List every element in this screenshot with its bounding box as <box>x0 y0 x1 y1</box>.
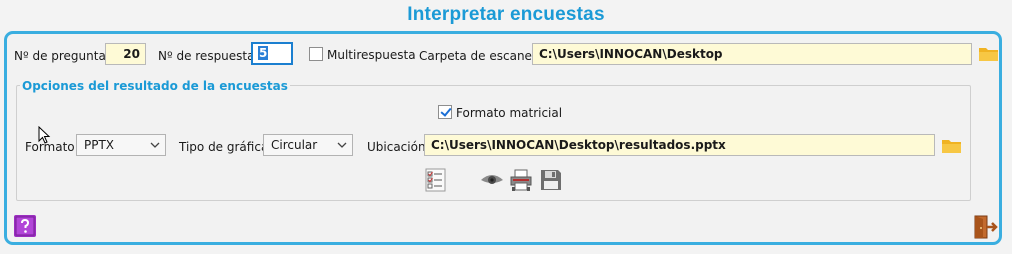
respuestas-label: Nº de respuestas <box>158 49 261 63</box>
formato-value: PPTX <box>84 138 115 152</box>
printer-icon[interactable] <box>509 168 533 192</box>
formato-select[interactable]: PPTX <box>76 134 166 156</box>
carpeta-input[interactable]: C:\Users\INNOCAN\Desktop <box>532 43 972 65</box>
chevron-down-icon <box>150 142 160 148</box>
formato-matricial-checkbox[interactable] <box>438 105 452 119</box>
folder-icon[interactable] <box>978 45 999 63</box>
respuestas-value: 5 <box>258 46 269 60</box>
chevron-down-icon <box>337 142 347 148</box>
tipo-grafica-label: Tipo de gráfica <box>179 140 269 154</box>
multirespuesta-checkbox[interactable] <box>309 47 323 61</box>
folder-icon[interactable] <box>941 137 962 155</box>
checklist-icon[interactable] <box>425 168 446 192</box>
tipo-grafica-value: Circular <box>271 138 318 152</box>
carpeta-label: Carpeta de escaneos <box>419 49 546 63</box>
ubicacion-input[interactable]: C:\Users\INNOCAN\Desktop\resultados.pptx <box>424 134 935 156</box>
preguntas-label: Nº de preguntas <box>14 49 113 63</box>
ubicacion-label: Ubicación <box>367 140 426 154</box>
save-icon[interactable] <box>539 168 563 192</box>
preguntas-input[interactable]: 20 <box>105 43 146 65</box>
help-button[interactable] <box>14 215 36 237</box>
tipo-grafica-select[interactable]: Circular <box>263 134 353 156</box>
respuestas-input[interactable]: 5 <box>251 42 293 65</box>
formato-label: Formato <box>25 140 75 154</box>
window-title: Interpretar encuestas <box>407 4 605 25</box>
eye-icon[interactable] <box>480 172 504 188</box>
exit-door-icon[interactable] <box>972 215 998 239</box>
help-icon <box>15 216 35 236</box>
formato-matricial-label: Formato matricial <box>456 106 563 120</box>
multirespuesta-label: Multirespuesta <box>327 48 416 62</box>
options-group-title: Opciones del resultado de la encuestas <box>20 78 290 94</box>
